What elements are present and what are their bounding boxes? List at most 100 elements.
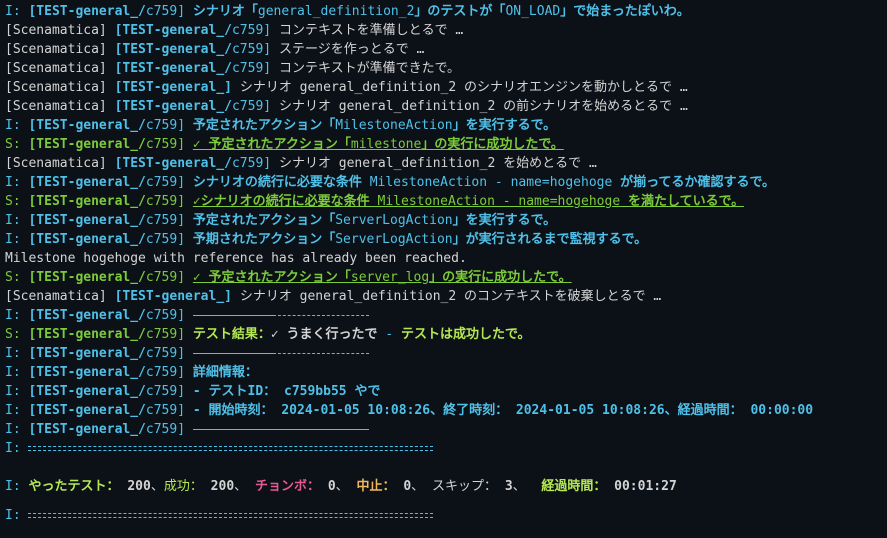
log-segment: 」で始まったぽいわ。 xyxy=(560,4,690,19)
log-segment: [TEST-general_/ xyxy=(28,327,146,342)
log-line: [Scenamatica] [TEST-general_/c759] シナリオ … xyxy=(5,97,887,116)
log-segment: [TEST-general_/ xyxy=(114,99,232,114)
log-segment: [TEST-general_/ xyxy=(28,213,146,228)
log-segment: 詳細情報： xyxy=(192,365,258,380)
log-segment: コンテキストが準備できたで。 xyxy=(278,61,461,76)
log-line: I: xyxy=(5,506,887,525)
log-segment: [TEST-general_/ xyxy=(28,346,146,361)
log-segment: I: xyxy=(5,384,29,399)
log-segment: c759] xyxy=(145,194,193,209)
log-segment: 00:01:27 xyxy=(606,479,677,494)
log-segment: I: xyxy=(5,479,29,494)
log-segment: S: xyxy=(5,327,29,342)
log-segment: [TEST-general_] xyxy=(114,80,240,95)
log-segment: [Scenamatica] xyxy=(5,99,115,114)
log-line: I: [TEST-general_/c759] シナリオの続行に必要な条件 Mi… xyxy=(5,173,887,192)
log-segment: c759] xyxy=(231,156,279,171)
log-line: I: やったテスト： 200、成功： 200、 チョンボ： 0、 中止： 0、 … xyxy=(5,477,887,496)
log-segment: シナリオ general_definition_2 のシナリオエンジンを動かしと… xyxy=(239,80,688,95)
log-segment: c759] xyxy=(145,346,193,361)
log-segment: [Scenamatica] xyxy=(5,23,115,38)
log-segment: が揃ってるか確認するで。 xyxy=(612,175,775,190)
terminal-output: I: [TEST-general_/c759] シナリオ「general_def… xyxy=(0,0,887,525)
log-segment: I: xyxy=(5,308,29,323)
log-segment: I: xyxy=(5,403,29,418)
log-segment: - テストID： xyxy=(192,384,277,399)
log-segment: 予定されたアクション「 xyxy=(192,213,336,228)
log-segment: S: xyxy=(5,194,29,209)
log-segment: 、 xyxy=(150,479,164,494)
separator-rule xyxy=(192,315,273,316)
log-segment: 、終了時刻： xyxy=(430,403,509,418)
log-segment: 」を実行するで。 xyxy=(452,118,557,133)
log-segment: I: xyxy=(5,118,29,133)
log-line: I: [TEST-general_/c759] - テストID： c759bb5… xyxy=(5,382,887,401)
log-segment: c759] xyxy=(231,61,279,76)
log-segment: server_log xyxy=(350,270,430,285)
log-line: I: [TEST-general_/c759] - 開始時刻： 2024-01-… xyxy=(5,401,887,420)
log-segment: ServerLogAction xyxy=(335,232,453,247)
log-line: I: [TEST-general_/c759] 予定されたアクション「Miles… xyxy=(5,116,887,135)
log-segment: I: xyxy=(5,508,29,523)
log-segment: c759] xyxy=(145,365,193,380)
log-segment: c759] xyxy=(145,384,193,399)
log-segment: 2024-01-05 10:08:26 xyxy=(273,403,431,418)
log-segment: S: xyxy=(5,137,29,152)
log-segment: I: xyxy=(5,365,29,380)
log-line: [Scenamatica] [TEST-general_] シナリオ gener… xyxy=(5,78,887,97)
log-segment: [Scenamatica] xyxy=(5,61,115,76)
log-segment: I: xyxy=(5,4,29,19)
log-line: [Scenamatica] [TEST-general_/c759] ステージを… xyxy=(5,40,887,59)
log-segment: [TEST-general_/ xyxy=(28,4,146,19)
log-segment: [TEST-general_/ xyxy=(114,61,232,76)
log-line: S: [TEST-general_/c759] ✓ 予定されたアクション「mil… xyxy=(5,135,887,154)
log-segment: 予定されたアクション「 xyxy=(192,118,336,133)
log-segment: [TEST-general_/ xyxy=(28,270,146,285)
log-line: S: [TEST-general_/c759] ✓ 予定されたアクション「ser… xyxy=(5,268,887,287)
log-segment: I: xyxy=(5,213,29,228)
log-segment: シナリオ general_definition_2 を始めとるで … xyxy=(278,156,597,171)
log-segment: 中止： xyxy=(356,479,396,494)
log-segment: [TEST-general_/ xyxy=(28,232,146,247)
log-line: I: xyxy=(5,439,887,458)
log-segment: c759] xyxy=(231,42,279,57)
log-segment: 、経過時間： xyxy=(664,403,743,418)
log-segment: 成功： xyxy=(163,479,203,494)
log-segment: I: xyxy=(5,175,29,190)
log-segment: general_definition_2 xyxy=(257,4,415,19)
log-segment: ✓ うまく行ったで xyxy=(270,327,378,342)
log-segment: シナリオの続行に必要な条件 xyxy=(192,175,370,190)
log-segment: [TEST-general_/ xyxy=(28,365,146,380)
log-line: I: [TEST-general_/c759] 予期されたアクション「Serve… xyxy=(5,230,887,249)
log-segment: - xyxy=(377,327,402,342)
log-line: I: [TEST-general_/c759] シナリオ「general_def… xyxy=(5,2,887,21)
log-segment: c759] xyxy=(145,137,193,152)
log-segment: [TEST-general_/ xyxy=(114,156,232,171)
log-segment: c759] xyxy=(145,327,193,342)
log-line: [Scenamatica] [TEST-general_/c759] コンテキス… xyxy=(5,21,887,40)
log-segment: 、 xyxy=(411,479,432,494)
log-segment: 」が実行されるまで監視するで。 xyxy=(452,232,648,247)
log-segment: [TEST-general_/ xyxy=(28,308,146,323)
log-segment: 」を実行するで。 xyxy=(452,213,557,228)
log-segment: c759] xyxy=(231,99,279,114)
log-line: I: [TEST-general_/c759] xyxy=(5,344,887,363)
log-segment: 3 xyxy=(497,479,513,494)
log-segment: [Scenamatica] xyxy=(5,42,115,57)
log-line: [Scenamatica] [TEST-general_] シナリオ gener… xyxy=(5,287,887,306)
log-segment: シナリオ「 xyxy=(192,4,258,19)
log-line: [Scenamatica] [TEST-general_/c759] コンテキス… xyxy=(5,59,887,78)
log-segment: ✓ 予定されたアクション「 xyxy=(192,137,351,152)
log-segment: ServerLogAction xyxy=(335,213,453,228)
log-segment: c759] xyxy=(145,308,193,323)
log-segment: 0 xyxy=(395,479,412,494)
log-segment: [TEST-general_/ xyxy=(28,137,146,152)
log-segment: コンテキストを準備しとるで … xyxy=(278,23,464,38)
separator-rule xyxy=(28,446,434,451)
log-segment: I: xyxy=(5,441,29,456)
log-segment: I: xyxy=(5,232,29,247)
log-segment: 、 xyxy=(512,479,542,494)
log-segment: [TEST-general_] xyxy=(114,289,240,304)
log-segment: シナリオ general_definition_2 の前シナリオを始めるとるで … xyxy=(278,99,688,114)
